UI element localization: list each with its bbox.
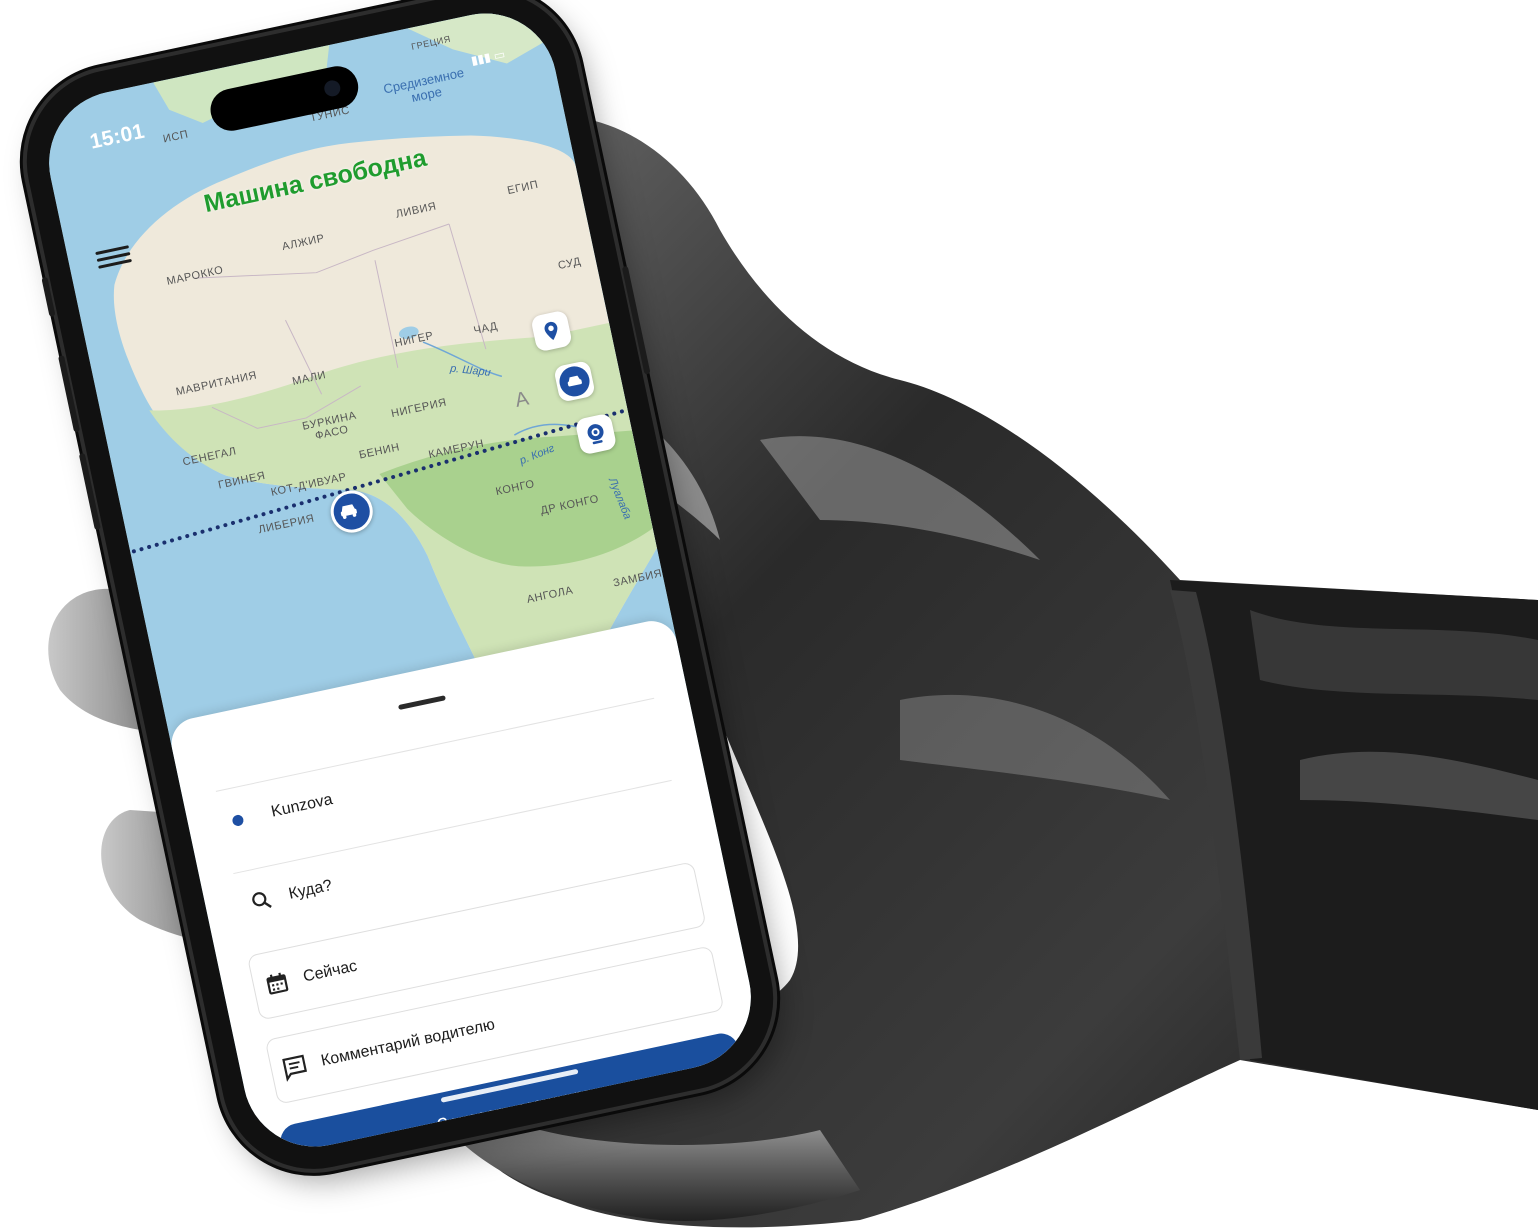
search-icon <box>252 892 272 908</box>
webcam-icon <box>587 424 604 445</box>
front-camera <box>322 78 342 98</box>
time-value: Сейчас <box>301 957 359 986</box>
comment-icon <box>282 1054 308 1082</box>
sheet-drag-handle[interactable] <box>397 695 446 711</box>
calendar-icon <box>266 972 289 995</box>
car-icon <box>340 504 357 519</box>
comment-placeholder: Комментарий водителю <box>319 1016 497 1070</box>
origin-dot-icon <box>231 813 245 827</box>
product-shot: ИСП ТУНИС ГРЕЦИЯ Средиземное море МАРОКК… <box>0 0 1538 1232</box>
location-pin-icon <box>544 321 558 341</box>
destination-placeholder: Куда? <box>287 877 334 903</box>
pickup-value: Kunzova <box>269 791 335 821</box>
car-icon <box>556 363 593 400</box>
